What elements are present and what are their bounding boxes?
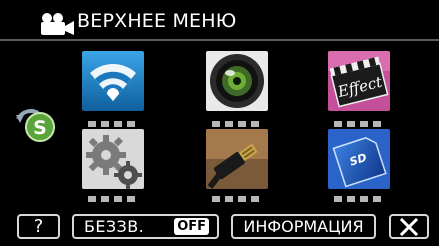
menu-tile-settings[interactable] <box>82 129 144 189</box>
sd-card-media-icon: SD <box>328 129 390 189</box>
close-x-icon <box>400 217 418 236</box>
header-divider <box>0 39 439 41</box>
close-button[interactable] <box>389 214 429 239</box>
effect-clapperboard-icon: Effect <box>328 51 390 111</box>
video-camera-icon <box>41 13 74 35</box>
menu-tile-video[interactable] <box>206 51 268 111</box>
tile-effect-indicator <box>334 121 381 127</box>
tile-media-indicator <box>334 196 381 202</box>
svg-text:S: S <box>33 117 47 139</box>
mute-label: БЕЗЗВ. <box>84 217 145 236</box>
header: ВЕРХНЕЕ МЕНЮ <box>0 0 439 41</box>
tile-wifi-indicator <box>88 121 135 127</box>
tile-settings-indicator <box>88 196 135 202</box>
menu-tile-wifi[interactable] <box>82 51 144 111</box>
menu-tile-connection[interactable] <box>206 129 268 189</box>
help-label: ? <box>33 216 44 237</box>
mute-button[interactable]: БЕЗЗВ. OFF <box>72 214 219 239</box>
video-quality-lens-icon <box>206 51 268 111</box>
menu-tile-effect[interactable]: Effect <box>328 51 390 111</box>
help-button[interactable]: ? <box>17 214 60 239</box>
mode-switch-s-icon[interactable]: S <box>14 105 58 145</box>
mute-state-badge: OFF <box>174 218 209 235</box>
menu-tile-media[interactable]: SD <box>328 129 390 189</box>
info-button[interactable]: ИНФОРМАЦИЯ <box>231 214 376 239</box>
tile-video-indicator <box>212 121 259 127</box>
tile-connection-indicator <box>212 196 259 202</box>
settings-gears-icon <box>82 129 144 189</box>
info-label: ИНФОРМАЦИЯ <box>243 217 364 236</box>
wifi-icon <box>82 51 144 111</box>
page-title: ВЕРХНЕЕ МЕНЮ <box>77 10 237 32</box>
connection-cable-icon <box>206 129 268 189</box>
top-menu-screen: ВЕРХНЕЕ МЕНЮ S Effect SD ? БЕЗЗВ. OFF ИН… <box>0 0 439 246</box>
